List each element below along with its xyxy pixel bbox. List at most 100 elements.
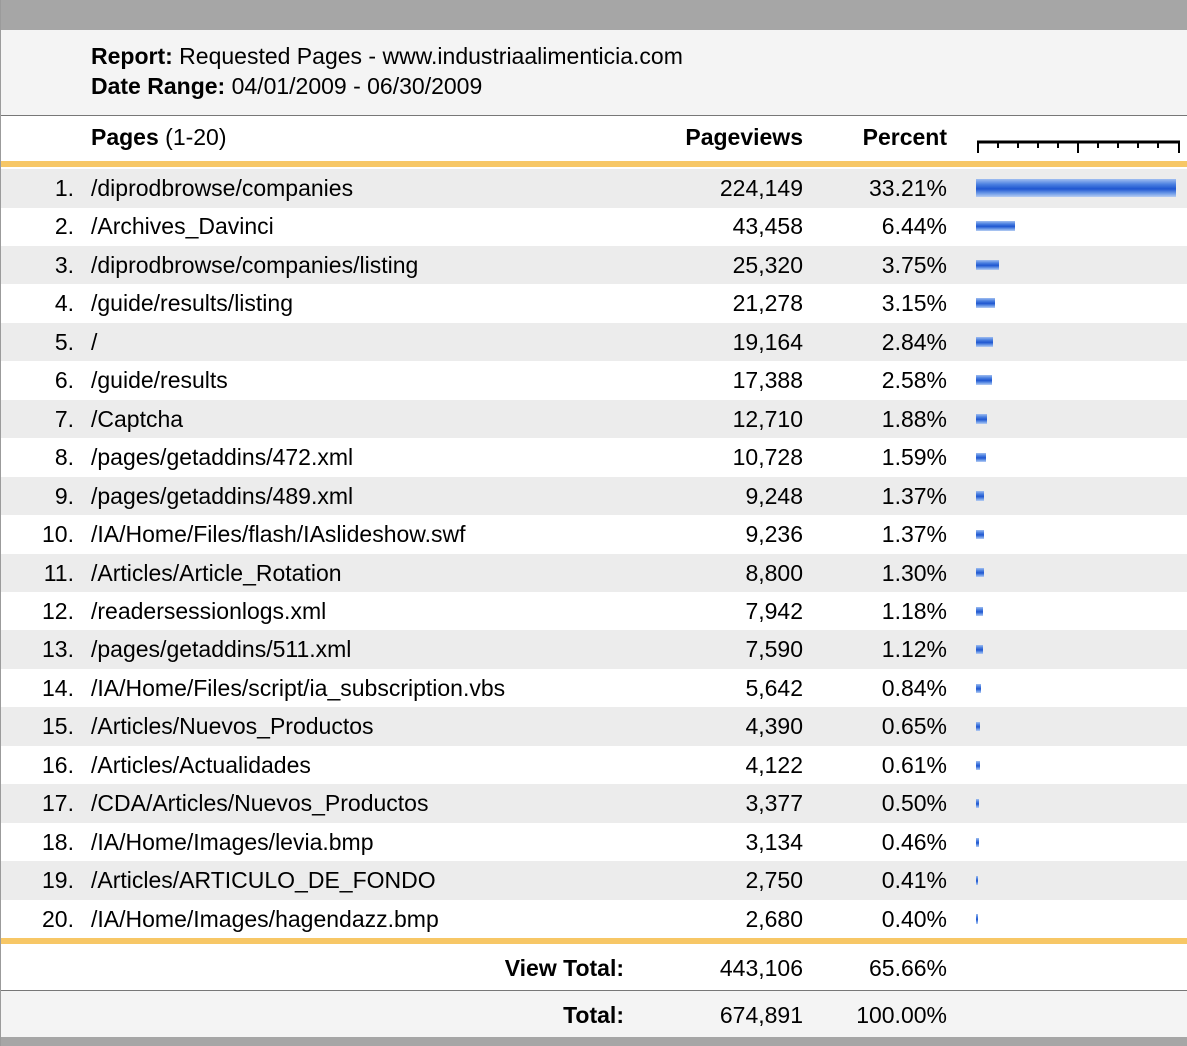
row-rank: 12. bbox=[42, 597, 74, 624]
row-page-path: /IA/Home/Images/hagendazz.bmp bbox=[91, 905, 439, 932]
row-percent: 0.41% bbox=[881, 867, 947, 894]
row-share-bar bbox=[976, 452, 986, 463]
table-row: 3. /diprodbrowse/companies/listing 25,320 3… bbox=[1, 245, 1187, 285]
row-page-path: /diprodbrowse/companies bbox=[91, 175, 354, 201]
row-rank: 17. bbox=[42, 790, 74, 817]
row-percent: 3.75% bbox=[881, 251, 947, 278]
report-label: Report: bbox=[91, 43, 173, 69]
row-share-bar bbox=[976, 414, 987, 424]
row-share-bar bbox=[976, 683, 981, 693]
row-pageviews: 2,750 bbox=[745, 867, 803, 894]
row-rank: 10. bbox=[42, 521, 74, 548]
row-page-path: /CDA/Articles/Nuevos_Productos bbox=[91, 790, 429, 817]
table-row: 12. /readersessionlogs.xml 7,942 1.18% bbox=[1, 592, 1187, 631]
row-rank: 1. bbox=[54, 175, 74, 201]
row-share-bar bbox=[976, 914, 978, 924]
row-share-bar bbox=[976, 336, 993, 347]
table-row: 1. /diprodbrowse/companies 224,149 33.21% bbox=[1, 169, 1187, 208]
view-total-row: View Total: 443,106 65.66% bbox=[1, 944, 1187, 990]
row-share-bar bbox=[976, 568, 984, 578]
row-rank: 3. bbox=[54, 251, 74, 278]
top-frame-bar bbox=[1, 0, 1187, 30]
row-pageviews: 8,800 bbox=[745, 559, 803, 586]
row-percent: 1.59% bbox=[881, 444, 947, 471]
report-name: Requested Pages - www.industriaalimentic… bbox=[179, 43, 683, 69]
row-rank: 6. bbox=[54, 367, 74, 394]
table-row: 20. /IA/Home/Images/hagendazz.bmp 2,680 0.4… bbox=[1, 900, 1187, 939]
row-percent: 0.61% bbox=[881, 751, 947, 778]
row-percent: 0.50% bbox=[881, 790, 947, 817]
row-page-path: /Captcha bbox=[91, 405, 184, 432]
top-gold-rule bbox=[1, 161, 1187, 167]
table-row: 5. / 19,164 2.84% bbox=[1, 322, 1187, 362]
pages-label: Pages bbox=[91, 124, 159, 150]
row-percent: 2.58% bbox=[881, 367, 947, 394]
row-pageviews: 12,710 bbox=[732, 405, 803, 432]
date-range-value: 04/01/2009 - 06/30/2009 bbox=[231, 73, 483, 99]
row-share-bar bbox=[976, 179, 1176, 197]
row-rank: 4. bbox=[54, 290, 74, 317]
report-panel: Report: Requested Pages - www.industriaa… bbox=[0, 0, 1187, 1046]
table-row: 4. /guide/results/listing 21,278 3.15% bbox=[1, 284, 1187, 323]
row-rank: 2. bbox=[54, 213, 74, 240]
row-page-path: /Articles/Actualidades bbox=[91, 751, 311, 778]
row-pageviews: 19,164 bbox=[732, 328, 803, 355]
row-rank: 19. bbox=[42, 867, 74, 894]
row-pageviews: 3,377 bbox=[745, 790, 803, 817]
row-percent: 2.84% bbox=[881, 328, 947, 355]
row-share-bar bbox=[976, 529, 984, 540]
row-pageviews: 9,248 bbox=[745, 482, 803, 509]
row-percent: 1.30% bbox=[881, 559, 947, 586]
row-page-path: /Articles/ARTICULO_DE_FONDO bbox=[91, 867, 436, 894]
row-page-path: /guide/results bbox=[91, 367, 228, 394]
row-rank: 20. bbox=[42, 905, 74, 932]
row-page-path: /Articles/Article_Rotation bbox=[91, 559, 342, 586]
row-share-bar bbox=[976, 645, 983, 655]
row-page-path: /pages/getaddins/472.xml bbox=[91, 444, 354, 471]
table-row: 17. /CDA/Articles/Nuevos_Productos 3,377 0.… bbox=[1, 784, 1187, 823]
table-row: 6. /guide/results 17,388 2.58% bbox=[1, 361, 1187, 400]
row-pageviews: 7,590 bbox=[745, 636, 803, 663]
row-percent: 1.18% bbox=[881, 597, 947, 624]
table-row: 19. /Articles/ARTICULO_DE_FONDO 2,750 0.41% bbox=[1, 861, 1187, 900]
row-pageviews: 224,149 bbox=[719, 175, 803, 201]
row-percent: 3.15% bbox=[881, 290, 947, 317]
bottom-frame-bar bbox=[1, 1037, 1187, 1046]
row-pageviews: 3,134 bbox=[745, 828, 803, 855]
row-page-path: /IA/Home/Images/levia.bmp bbox=[91, 828, 374, 855]
row-rank: 11. bbox=[43, 559, 74, 586]
row-pageviews: 5,642 bbox=[745, 674, 803, 701]
row-share-bar bbox=[976, 375, 992, 386]
table-row: 14. /IA/Home/Files/script/ia_subscription… bbox=[1, 669, 1187, 708]
row-page-path: /Articles/Nuevos_Productos bbox=[91, 713, 374, 740]
table-row: 7. /Captcha 12,710 1.88% bbox=[1, 399, 1187, 439]
row-page-path: /diprodbrowse/companies/listing bbox=[91, 251, 419, 278]
table-row: 10. /IA/Home/Files/flash/IAslideshow.swf 9… bbox=[1, 515, 1187, 554]
date-range-label: Date Range: bbox=[91, 73, 226, 99]
row-pageviews: 2,680 bbox=[745, 905, 803, 932]
row-percent: 1.12% bbox=[881, 636, 947, 663]
row-share-bar bbox=[976, 799, 979, 809]
row-percent: 6.44% bbox=[881, 213, 947, 240]
report-header: Report: Requested Pages - www.industriaa… bbox=[1, 30, 1187, 116]
row-page-path: /pages/getaddins/511.xml bbox=[91, 636, 352, 663]
row-share-bar bbox=[976, 722, 980, 732]
row-percent: 0.46% bbox=[881, 828, 947, 855]
row-page-path: /readersessionlogs.xml bbox=[91, 597, 327, 624]
row-rank: 7. bbox=[54, 405, 74, 432]
row-percent: 0.84% bbox=[881, 674, 947, 701]
grand-total-percent: 100.00% bbox=[856, 1002, 947, 1028]
row-pageviews: 17,388 bbox=[732, 367, 803, 394]
table-row: 15. /Articles/Nuevos_Productos 4,390 0.65% bbox=[1, 707, 1187, 746]
row-pageviews: 4,122 bbox=[745, 751, 803, 778]
row-share-bar bbox=[976, 875, 978, 886]
percent-column-header: Percent bbox=[862, 124, 947, 150]
row-rank: 9. bbox=[54, 482, 74, 509]
row-pageviews: 21,278 bbox=[732, 290, 803, 317]
row-share-bar bbox=[976, 837, 979, 847]
row-percent: 1.37% bbox=[881, 482, 947, 509]
grand-total-row: Total: 674,891 100.00% bbox=[1, 990, 1187, 1037]
row-rank: 16. bbox=[42, 751, 74, 778]
row-pageviews: 43,458 bbox=[732, 213, 803, 240]
row-page-path: /guide/results/listing bbox=[91, 290, 293, 317]
